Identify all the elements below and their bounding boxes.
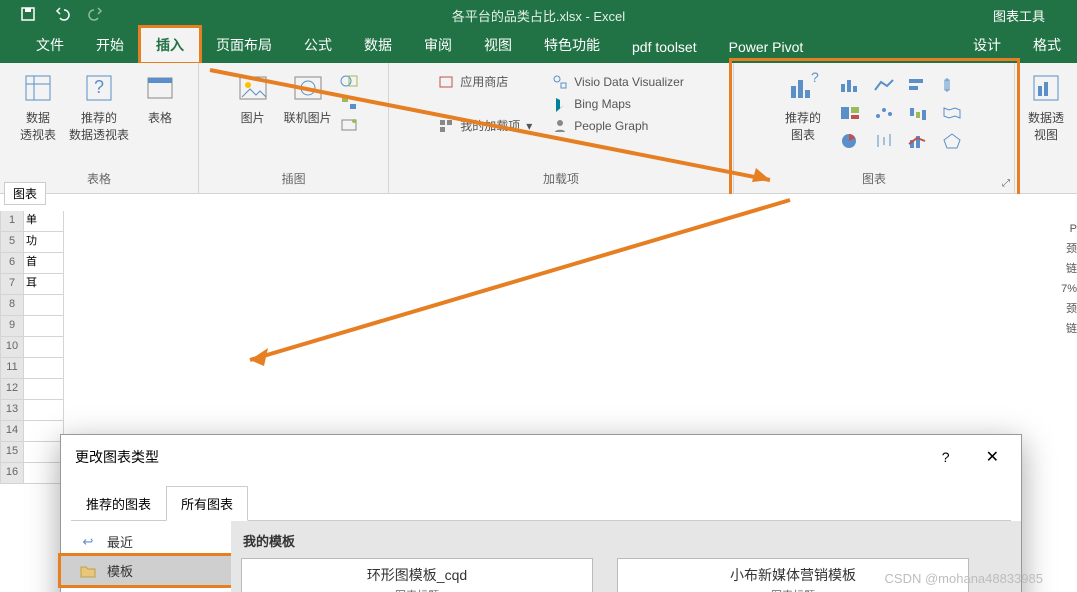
row-header[interactable]: 15 xyxy=(0,442,24,463)
cell[interactable] xyxy=(24,400,64,421)
worksheet[interactable]: 图表 15678910111213141516 单功首耳 P颈链7%颈链 更改图… xyxy=(0,194,1077,554)
visio-addin[interactable]: Visio Data Visualizer xyxy=(552,71,684,93)
tab-pdf[interactable]: pdf toolset xyxy=(616,31,713,63)
shapes-icon[interactable] xyxy=(340,73,358,92)
tab-home[interactable]: 开始 xyxy=(80,27,140,63)
tab-view[interactable]: 视图 xyxy=(468,27,528,63)
scatter-chart-icon xyxy=(870,101,898,125)
stock-chart-icon xyxy=(870,129,898,153)
app-store-button[interactable]: 应用商店 xyxy=(438,71,532,93)
cell[interactable] xyxy=(24,442,64,463)
column-chart-icon xyxy=(836,73,864,97)
tab-data[interactable]: 数据 xyxy=(348,27,408,63)
svg-text:?: ? xyxy=(94,77,104,97)
tab-formulas[interactable]: 公式 xyxy=(288,27,348,63)
tab-special[interactable]: 特色功能 xyxy=(528,27,616,63)
cell[interactable] xyxy=(24,295,64,316)
svg-text:?: ? xyxy=(811,72,819,85)
tab-file[interactable]: 文件 xyxy=(20,27,80,63)
picture-button[interactable]: 图片 xyxy=(230,71,276,126)
recommended-charts-button[interactable]: ?推荐的 图表 xyxy=(780,71,826,143)
group-label-addins: 加载项 xyxy=(397,166,725,193)
row-headers[interactable]: 15678910111213141516 xyxy=(0,211,24,484)
change-chart-type-dialog: 更改图表类型 ? ✕ 推荐的图表 所有图表 ↩最近 模板 柱形图 折线图 饼图 … xyxy=(60,434,1022,592)
title-bar: 各平台的品类占比.xlsx - Excel 图表工具 xyxy=(0,0,1077,30)
row-header[interactable]: 10 xyxy=(0,337,24,358)
chart-type-gallery[interactable] xyxy=(834,71,968,155)
save-icon[interactable] xyxy=(20,6,36,25)
pivot-chart-button[interactable]: 数据透视图 xyxy=(1023,71,1069,143)
column-a-cells[interactable]: 单功首耳 xyxy=(24,211,64,484)
cell[interactable] xyxy=(24,379,64,400)
row-header[interactable]: 11 xyxy=(0,358,24,379)
hierarchy-chart-icon xyxy=(836,101,864,125)
cell[interactable]: 首 xyxy=(24,253,64,274)
combo-chart-icon xyxy=(904,129,932,153)
cat-templates[interactable]: 模板 xyxy=(61,556,231,585)
people-addin[interactable]: People Graph xyxy=(552,115,684,137)
contextual-tab-title: 图表工具 xyxy=(993,6,1045,25)
dialog-close-icon[interactable]: ✕ xyxy=(978,443,1007,471)
row-header[interactable]: 9 xyxy=(0,316,24,337)
stat-chart-icon xyxy=(938,73,966,97)
name-box[interactable]: 图表 xyxy=(4,182,46,205)
window-title: 各平台的品类占比.xlsx - Excel xyxy=(452,6,625,25)
cell[interactable] xyxy=(24,463,64,484)
cell[interactable] xyxy=(24,337,64,358)
row-header[interactable]: 7 xyxy=(0,274,24,295)
dialog-help-icon[interactable]: ? xyxy=(934,445,958,469)
pie-chart-icon xyxy=(836,129,864,153)
template-card-line[interactable]: 小布新媒体营销模板 图表标题 302520151050 1/11/21/31/4… xyxy=(617,558,969,592)
row-header[interactable]: 14 xyxy=(0,421,24,442)
ribbon-tabs: 文件 开始 插入 页面布局 公式 数据 审阅 视图 特色功能 pdf tools… xyxy=(0,30,1077,63)
online-picture-button[interactable]: 联机图片 xyxy=(284,71,332,126)
tab-layout[interactable]: 页面布局 xyxy=(200,27,288,63)
bing-addin[interactable]: Bing Maps xyxy=(552,93,684,115)
recommended-pivot-button[interactable]: ?推荐的 数据透视表 xyxy=(69,71,129,143)
redo-icon[interactable] xyxy=(88,6,104,25)
tab-powerpivot[interactable]: Power Pivot xyxy=(713,31,820,63)
tab-format[interactable]: 格式 xyxy=(1017,27,1077,63)
row-header[interactable]: 1 xyxy=(0,211,24,232)
cell[interactable]: 功 xyxy=(24,232,64,253)
group-label-charts: 图表 xyxy=(742,166,1006,193)
map-chart-icon xyxy=(938,101,966,125)
row-header[interactable]: 6 xyxy=(0,253,24,274)
template-card-donut[interactable]: 环形图模板_cqd 图表标题 xyxy=(241,558,593,592)
smartart-icon[interactable] xyxy=(340,95,358,114)
tab-review[interactable]: 审阅 xyxy=(408,27,468,63)
radar-chart-icon xyxy=(938,129,966,153)
chart-category-list: ↩最近 模板 柱形图 折线图 饼图 条形图 面积图 X Y (散点图) xyxy=(61,521,231,592)
dialog-title: 更改图表类型 xyxy=(75,447,159,467)
right-edge-cells: P颈链7%颈链 xyxy=(1057,219,1077,339)
row-header[interactable]: 5 xyxy=(0,232,24,253)
cell[interactable] xyxy=(24,316,64,337)
screenshot-icon[interactable] xyxy=(340,117,358,136)
row-header[interactable]: 12 xyxy=(0,379,24,400)
cat-column[interactable]: 柱形图 xyxy=(61,585,231,592)
charts-dialog-launcher-icon[interactable]: ⤢ xyxy=(1002,178,1010,189)
tab-recommended-charts[interactable]: 推荐的图表 xyxy=(71,486,166,521)
waterfall-chart-icon xyxy=(904,101,932,125)
templates-header: 我的模板 xyxy=(243,531,1011,550)
undo-icon[interactable] xyxy=(54,6,70,25)
group-label-illus: 插图 xyxy=(207,166,380,193)
my-addins-button[interactable]: 我的加载项 ▾ xyxy=(438,115,532,137)
ribbon: 数据 透视表 ?推荐的 数据透视表 表格 表格 图片 联机图片 插图 应用商店 … xyxy=(0,63,1077,194)
cell[interactable]: 耳 xyxy=(24,274,64,295)
pivot-table-button[interactable]: 数据 透视表 xyxy=(15,71,61,143)
cell[interactable] xyxy=(24,421,64,442)
row-header[interactable]: 16 xyxy=(0,463,24,484)
table-button[interactable]: 表格 xyxy=(137,71,183,126)
line-chart-icon xyxy=(870,73,898,97)
cat-recent[interactable]: ↩最近 xyxy=(61,527,231,556)
cell[interactable] xyxy=(24,358,64,379)
bar-chart-icon xyxy=(904,73,932,97)
tab-insert[interactable]: 插入 xyxy=(140,27,200,63)
tab-design[interactable]: 设计 xyxy=(957,27,1017,63)
tab-all-charts[interactable]: 所有图表 xyxy=(166,486,248,521)
cell[interactable]: 单 xyxy=(24,211,64,232)
row-header[interactable]: 8 xyxy=(0,295,24,316)
row-header[interactable]: 13 xyxy=(0,400,24,421)
